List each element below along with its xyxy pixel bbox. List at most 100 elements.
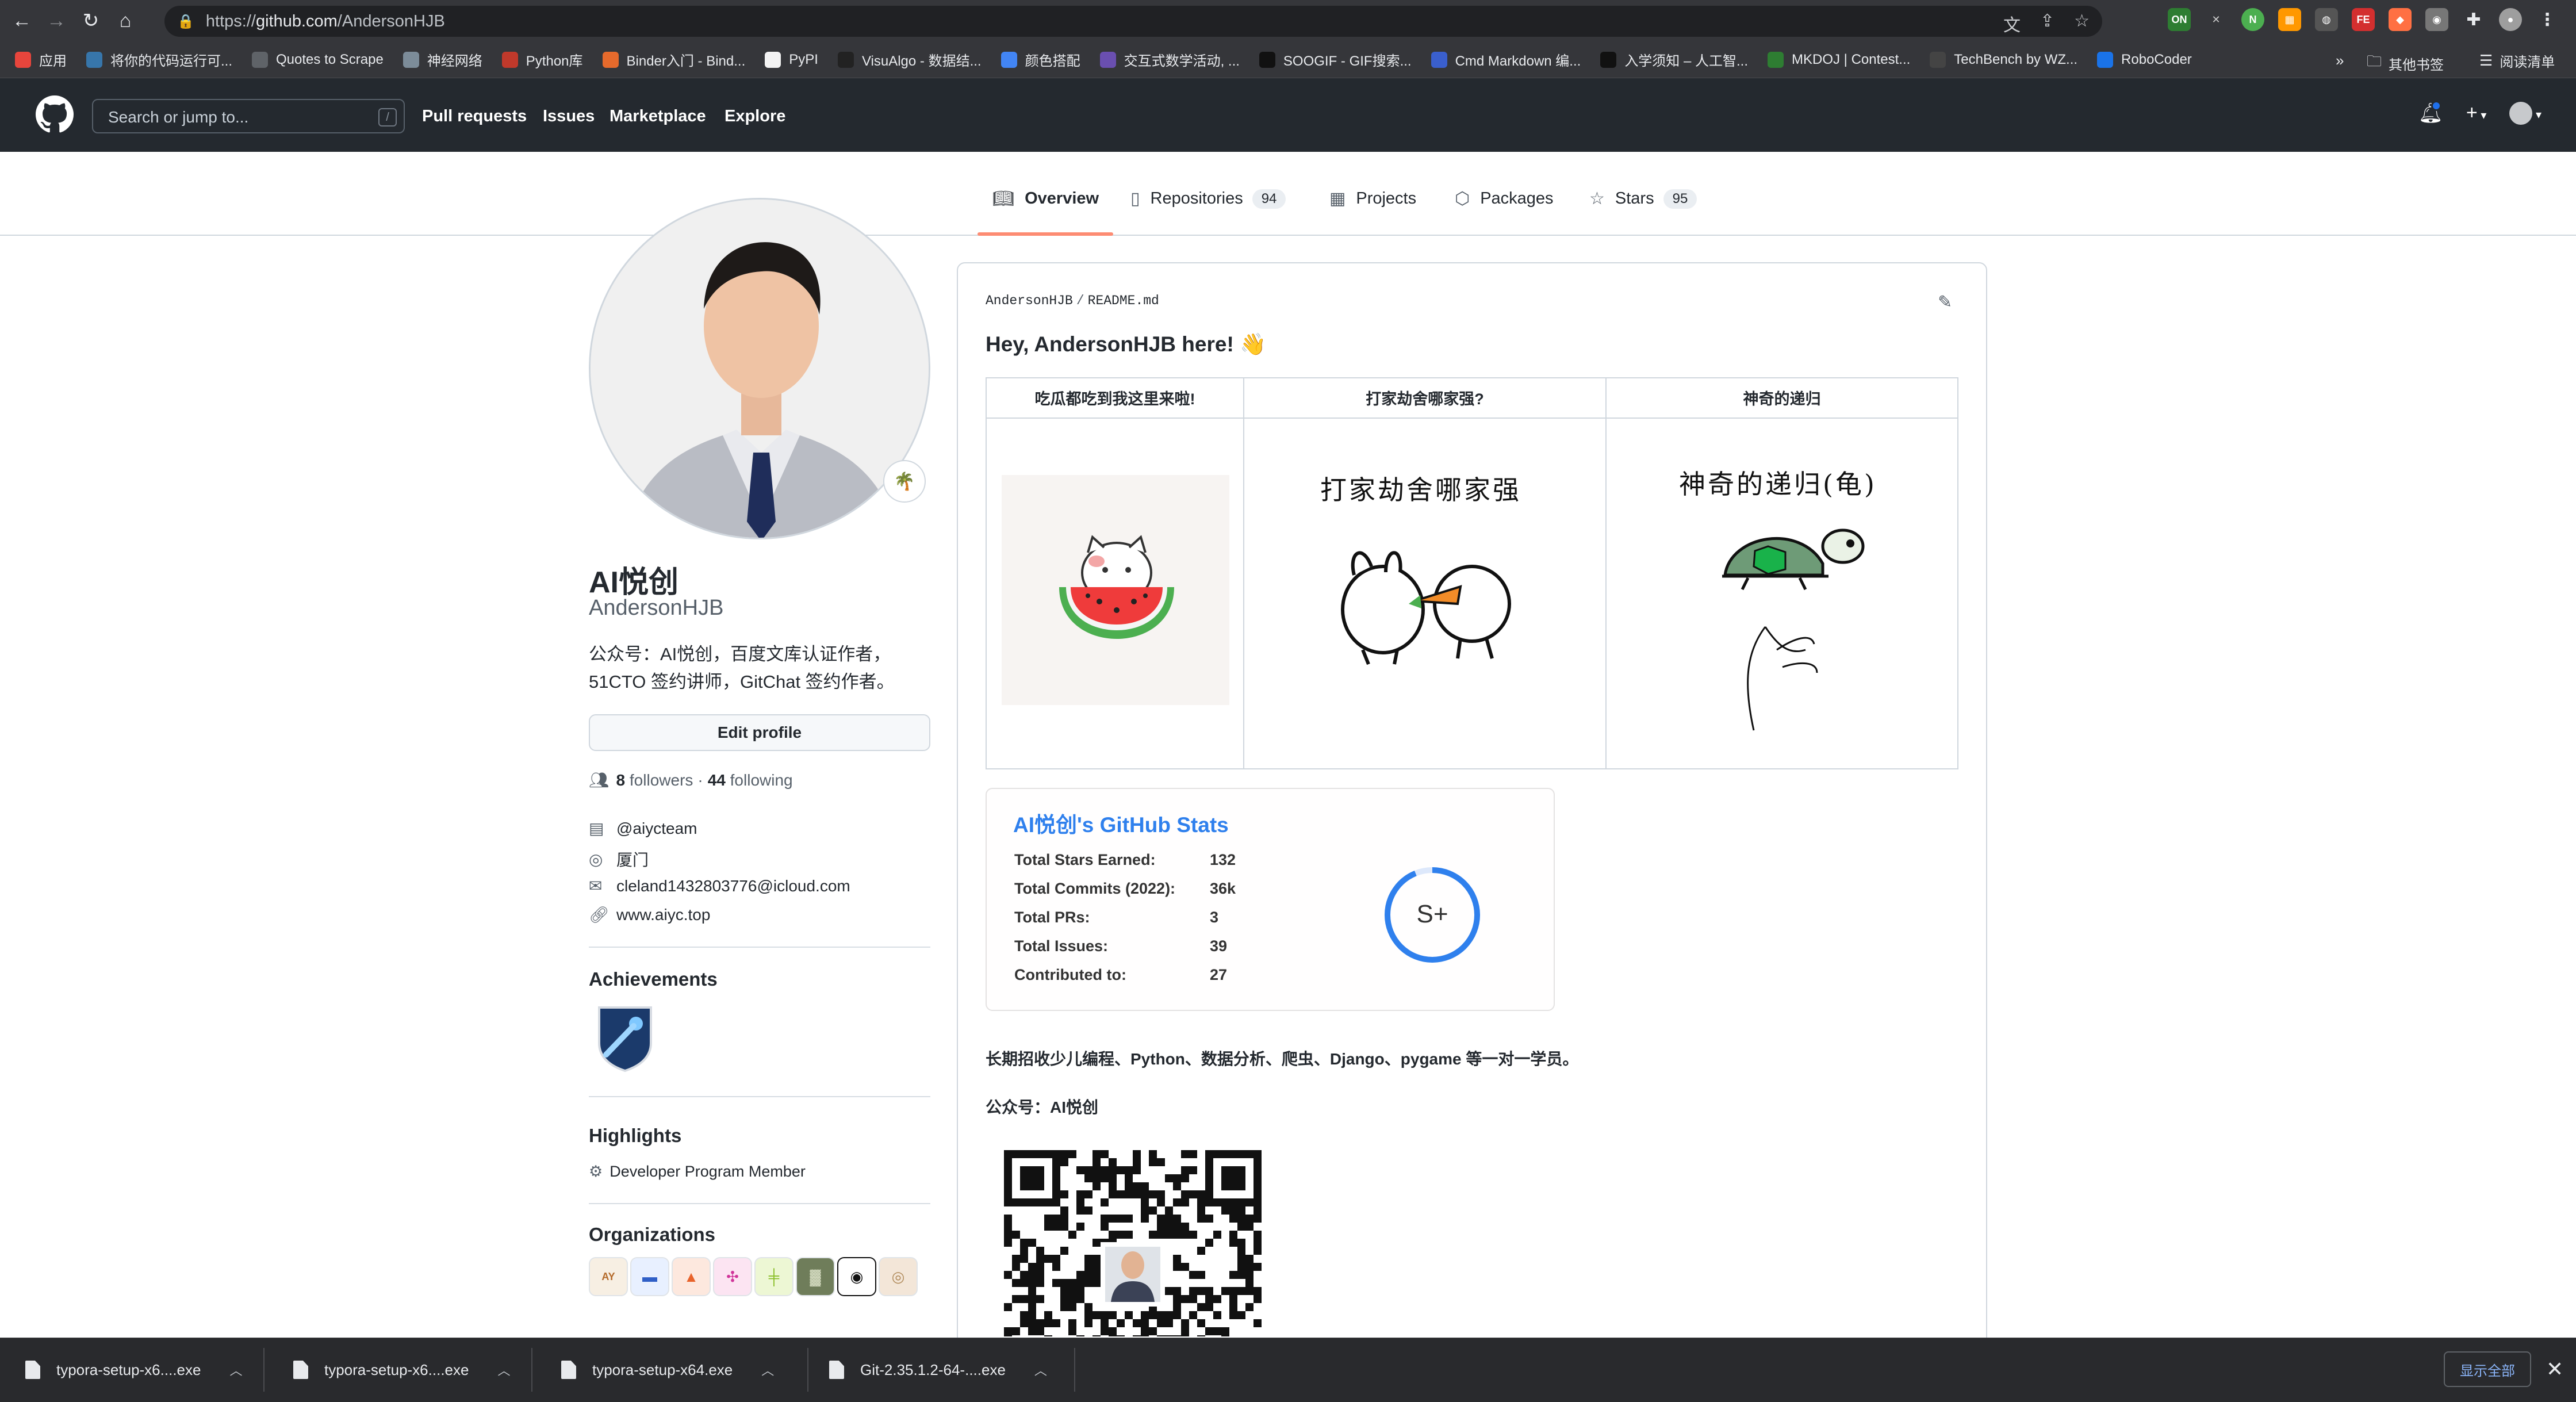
org-avatar[interactable]: ▓: [796, 1257, 835, 1296]
extension-icon[interactable]: FE: [2352, 8, 2375, 31]
org-avatar[interactable]: ▬: [630, 1257, 669, 1296]
nav-marketplace[interactable]: Marketplace: [610, 107, 706, 126]
other-bookmarks[interactable]: 🗀 其他书签: [2367, 51, 2444, 76]
bookmarks-bar: 应用 将你的代码运行可... Quotes to Scrape 神经网络 Python库…: [0, 41, 2576, 78]
readme-heading: Hey, AndersonHJB here! 👋: [986, 332, 1267, 356]
bookmark-favicon-icon: [1768, 51, 1784, 68]
create-new-dropdown[interactable]: + ▾: [2466, 102, 2486, 124]
tab-overview[interactable]: 📖︎ Overview: [992, 189, 1099, 209]
puzzle-icon[interactable]: ✚: [2462, 8, 2485, 31]
address-bar[interactable]: 🔒 https://github.com/AndersonHJB 文 ⇪ ☆: [164, 6, 2102, 37]
readme-path-user[interactable]: AndersonHJB: [986, 293, 1073, 308]
nav-issues[interactable]: Issues: [543, 107, 595, 126]
bookmark-item[interactable]: TechBench by WZ...: [1930, 51, 2077, 68]
pencil-icon[interactable]: ✎: [1938, 292, 1952, 312]
bookmark-item[interactable]: MKDOJ | Contest...: [1768, 51, 1910, 68]
vcard-website[interactable]: 🔗︎ www.aiyc.top: [589, 905, 710, 924]
download-item[interactable]: typora-setup-x6....exe ︿: [293, 1338, 510, 1402]
tab-packages[interactable]: ⬡ Packages: [1455, 189, 1554, 209]
bookmarks-overflow[interactable]: »: [2336, 52, 2344, 70]
close-icon[interactable]: ✕: [2546, 1357, 2563, 1381]
bookmark-item[interactable]: Binder入门 - Bind...: [602, 49, 745, 70]
developer-program-badge[interactable]: ⚙ Developer Program Member: [589, 1163, 806, 1181]
bookmark-item[interactable]: Python库: [501, 49, 583, 70]
forward-icon[interactable]: →: [44, 8, 69, 33]
github-search-input[interactable]: Search or jump to... /: [92, 99, 405, 133]
extension-icon[interactable]: N: [2241, 8, 2264, 31]
reading-list[interactable]: ☰ 阅读清单: [2479, 51, 2555, 71]
org-avatar[interactable]: ╪: [754, 1257, 793, 1296]
lock-icon: 🔒: [177, 13, 194, 29]
tab-repositories[interactable]: ▯ Repositories 94: [1130, 189, 1286, 209]
bookmark-star-icon[interactable]: ☆: [2074, 11, 2090, 36]
reload-icon[interactable]: ↻: [78, 8, 103, 33]
home-icon[interactable]: ⌂: [113, 8, 138, 33]
bookmark-item[interactable]: SOOGIF - GIF搜索...: [1259, 49, 1412, 70]
chevron-up-icon[interactable]: ︿: [761, 1361, 774, 1379]
org-avatar[interactable]: ◉: [837, 1257, 876, 1296]
show-all-downloads-button[interactable]: 显示全部: [2444, 1351, 2531, 1387]
extension-icon[interactable]: ▦: [2278, 8, 2301, 31]
bookmark-favicon-icon: [1600, 51, 1617, 68]
stats-title: AI悦创's GitHub Stats: [1013, 813, 1229, 837]
achievements-title: Achievements: [589, 968, 718, 990]
bookmark-item[interactable]: VisuAlgo - 数据结...: [837, 49, 982, 70]
menu-dots-icon[interactable]: ⋮: [2536, 8, 2559, 31]
readme-path-file[interactable]: README.md: [1088, 293, 1159, 308]
stat-value: 27: [1210, 966, 1228, 983]
download-item[interactable]: typora-setup-x64.exe ︿: [561, 1338, 774, 1402]
extension-icon[interactable]: ◆: [2389, 8, 2412, 31]
location-icon: ◎: [589, 850, 603, 868]
bookmark-item[interactable]: 入学须知 – 人工智...: [1600, 49, 1748, 70]
bookmark-item[interactable]: 应用: [15, 49, 67, 70]
set-status-button[interactable]: 🌴: [883, 460, 926, 503]
followers-link[interactable]: 8 followers: [616, 771, 693, 790]
camera-icon[interactable]: ◉: [2425, 8, 2448, 31]
org-avatar[interactable]: ✣: [713, 1257, 752, 1296]
bookmark-item[interactable]: PyPI: [765, 51, 818, 68]
org-avatar[interactable]: ◎: [879, 1257, 918, 1296]
bookmark-item[interactable]: Cmd Markdown 编...: [1431, 49, 1581, 70]
extension-icon[interactable]: ◍: [2315, 8, 2338, 31]
bookmark-item[interactable]: 神经网络: [402, 49, 482, 70]
achievement-badge-icon[interactable]: [593, 1003, 657, 1072]
bookmark-item[interactable]: RoboCoder: [2097, 51, 2192, 68]
edit-profile-button[interactable]: Edit profile: [589, 714, 930, 751]
chevron-up-icon[interactable]: ︿: [229, 1361, 242, 1379]
bell-icon[interactable]: 🔔︎: [2418, 100, 2443, 125]
chevron-up-icon[interactable]: ︿: [1034, 1361, 1047, 1379]
profile-photo: [591, 200, 929, 538]
profile-avatar[interactable]: [589, 198, 930, 539]
nav-explore[interactable]: Explore: [724, 107, 785, 126]
bookmark-item[interactable]: 将你的代码运行可...: [86, 49, 232, 70]
extension-icon[interactable]: ON: [2168, 8, 2191, 31]
bookmark-favicon-icon: [252, 51, 269, 68]
org-avatar[interactable]: AY: [589, 1257, 628, 1296]
profile-bio: 公众号：AI悦创，百度文库认证作者，51CTO 签约讲师，GitChat 签约作…: [589, 644, 895, 692]
extension-icon[interactable]: ✕: [2205, 8, 2228, 31]
org-avatar[interactable]: ▲: [672, 1257, 711, 1296]
tab-stars[interactable]: ☆ Stars 95: [1589, 189, 1697, 209]
share-icon[interactable]: ⇪: [2040, 11, 2054, 36]
github-logo-icon[interactable]: [36, 95, 74, 133]
chevron-up-icon[interactable]: ︿: [497, 1361, 510, 1379]
bookmark-item[interactable]: 颜色搭配: [1000, 49, 1080, 70]
avatar[interactable]: ●: [2499, 8, 2522, 31]
meme-caption: 打家劫舍哪家强: [1320, 474, 1521, 505]
vcard-email[interactable]: ✉ cleland1432803776@icloud.com: [589, 876, 850, 895]
vcard-organization[interactable]: ▤ @aiycteam: [589, 819, 697, 838]
following-link[interactable]: 44 following: [708, 771, 793, 790]
link-icon: 🔗︎: [589, 906, 610, 924]
tab-projects[interactable]: ▦ Projects: [1329, 189, 1416, 209]
url-text[interactable]: https://github.com/AndersonHJB: [206, 12, 445, 31]
follow-stats: 👥︎ 8 followers · 44 following: [589, 771, 793, 790]
download-item[interactable]: typora-setup-x6....exe ︿: [25, 1338, 242, 1402]
back-icon[interactable]: ←: [9, 8, 34, 33]
translate-icon[interactable]: 文: [2003, 11, 2021, 36]
bookmark-item[interactable]: 交互式数学活动, ...: [1099, 49, 1240, 70]
download-item[interactable]: Git-2.35.1.2-64-....exe ︿: [829, 1338, 1047, 1402]
reading-list-icon: ☰: [2479, 52, 2493, 69]
nav-pull-requests[interactable]: Pull requests: [422, 107, 527, 126]
bookmark-item[interactable]: Quotes to Scrape: [252, 51, 384, 68]
user-menu-dropdown[interactable]: ▾: [2509, 101, 2542, 125]
